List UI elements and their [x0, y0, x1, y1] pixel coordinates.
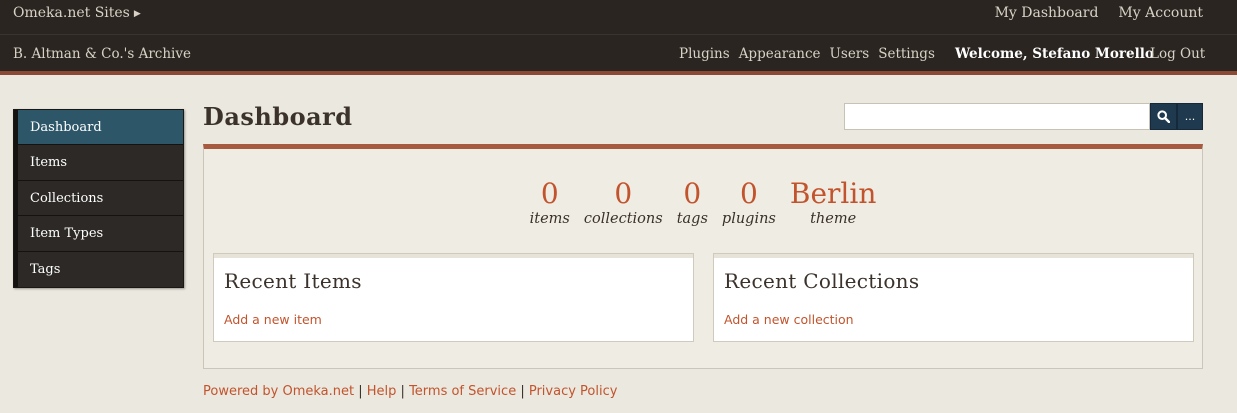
search-button[interactable]	[1150, 103, 1177, 130]
admin-nav: Plugins Appearance Users Settings	[679, 46, 935, 62]
stat-theme[interactable]: Berlin theme	[789, 177, 877, 228]
stat-items[interactable]: 0 items	[529, 177, 570, 228]
stat-value: 0	[739, 177, 758, 210]
site-title-link[interactable]: B. Altman & Co.'s Archive	[13, 46, 191, 62]
sidebar-nav: Dashboard Items Collections Item Types T…	[13, 109, 184, 288]
stat-value: 0	[614, 177, 633, 210]
footer-separator: |	[396, 384, 410, 399]
add-item-link[interactable]: Add a new item	[224, 312, 322, 327]
site-stats: 0 items 0 collections 0 tags 0 plugins B…	[204, 177, 1202, 228]
sidebar-item-items[interactable]: Items	[14, 145, 183, 181]
sidebar-item-tags[interactable]: Tags	[14, 251, 183, 287]
stat-value: 0	[540, 177, 559, 210]
logout-link[interactable]: Log Out	[1150, 46, 1205, 62]
my-dashboard-link[interactable]: My Dashboard	[995, 5, 1099, 21]
stat-tags[interactable]: 0 tags	[676, 177, 708, 228]
footer: Powered by Omeka.net | Help | Terms of S…	[203, 384, 617, 399]
account-links: My Dashboard My Account	[995, 5, 1203, 21]
sidebar-item-collections[interactable]: Collections	[14, 180, 183, 217]
add-collection-link[interactable]: Add a new collection	[724, 312, 854, 327]
footer-separator: |	[354, 384, 367, 399]
stat-plugins[interactable]: 0 plugins	[721, 177, 776, 228]
nav-settings[interactable]: Settings	[878, 46, 935, 62]
search-input[interactable]	[844, 103, 1150, 130]
stat-label: theme	[810, 211, 857, 227]
dashboard-panel: 0 items 0 collections 0 tags 0 plugins B…	[203, 144, 1203, 369]
stat-label: items	[529, 211, 570, 227]
stat-value: 0	[683, 177, 702, 210]
caret-right-icon: ▶	[133, 9, 141, 19]
footer-separator: |	[516, 384, 529, 399]
stat-collections[interactable]: 0 collections	[583, 177, 663, 228]
search-icon	[1157, 110, 1170, 123]
nav-plugins[interactable]: Plugins	[679, 46, 730, 62]
advanced-search-button[interactable]: ...	[1177, 103, 1203, 130]
sidebar-item-dashboard[interactable]: Dashboard	[14, 110, 183, 146]
site-header: B. Altman & Co.'s Archive Plugins Appear…	[0, 34, 1237, 75]
stat-label: plugins	[721, 211, 776, 227]
page-title: Dashboard	[203, 102, 353, 131]
nav-users[interactable]: Users	[830, 46, 870, 62]
stat-value: Berlin	[789, 177, 877, 210]
omeka-sites-label: Omeka.net Sites	[13, 5, 130, 21]
top-bar: Omeka.net Sites ▶ My Dashboard My Account	[0, 0, 1237, 34]
sidebar-item-item-types[interactable]: Item Types	[14, 216, 183, 252]
stat-label: tags	[676, 211, 708, 227]
search-form: ...	[844, 103, 1203, 130]
recent-collections-card: Recent Collections Add a new collection	[713, 253, 1194, 342]
my-account-link[interactable]: My Account	[1118, 5, 1203, 21]
powered-by-link[interactable]: Powered by Omeka.net	[203, 384, 354, 399]
nav-appearance[interactable]: Appearance	[739, 46, 821, 62]
recent-items-card: Recent Items Add a new item	[213, 253, 694, 342]
recent-collections-heading: Recent Collections	[724, 269, 920, 293]
recent-items-heading: Recent Items	[224, 269, 362, 293]
terms-link[interactable]: Terms of Service	[409, 384, 516, 399]
privacy-link[interactable]: Privacy Policy	[529, 384, 618, 399]
welcome-user: Welcome, Stefano Morello	[955, 46, 1154, 62]
omeka-sites-menu[interactable]: Omeka.net Sites ▶	[13, 5, 141, 21]
stat-label: collections	[583, 211, 663, 227]
help-link[interactable]: Help	[367, 384, 397, 399]
